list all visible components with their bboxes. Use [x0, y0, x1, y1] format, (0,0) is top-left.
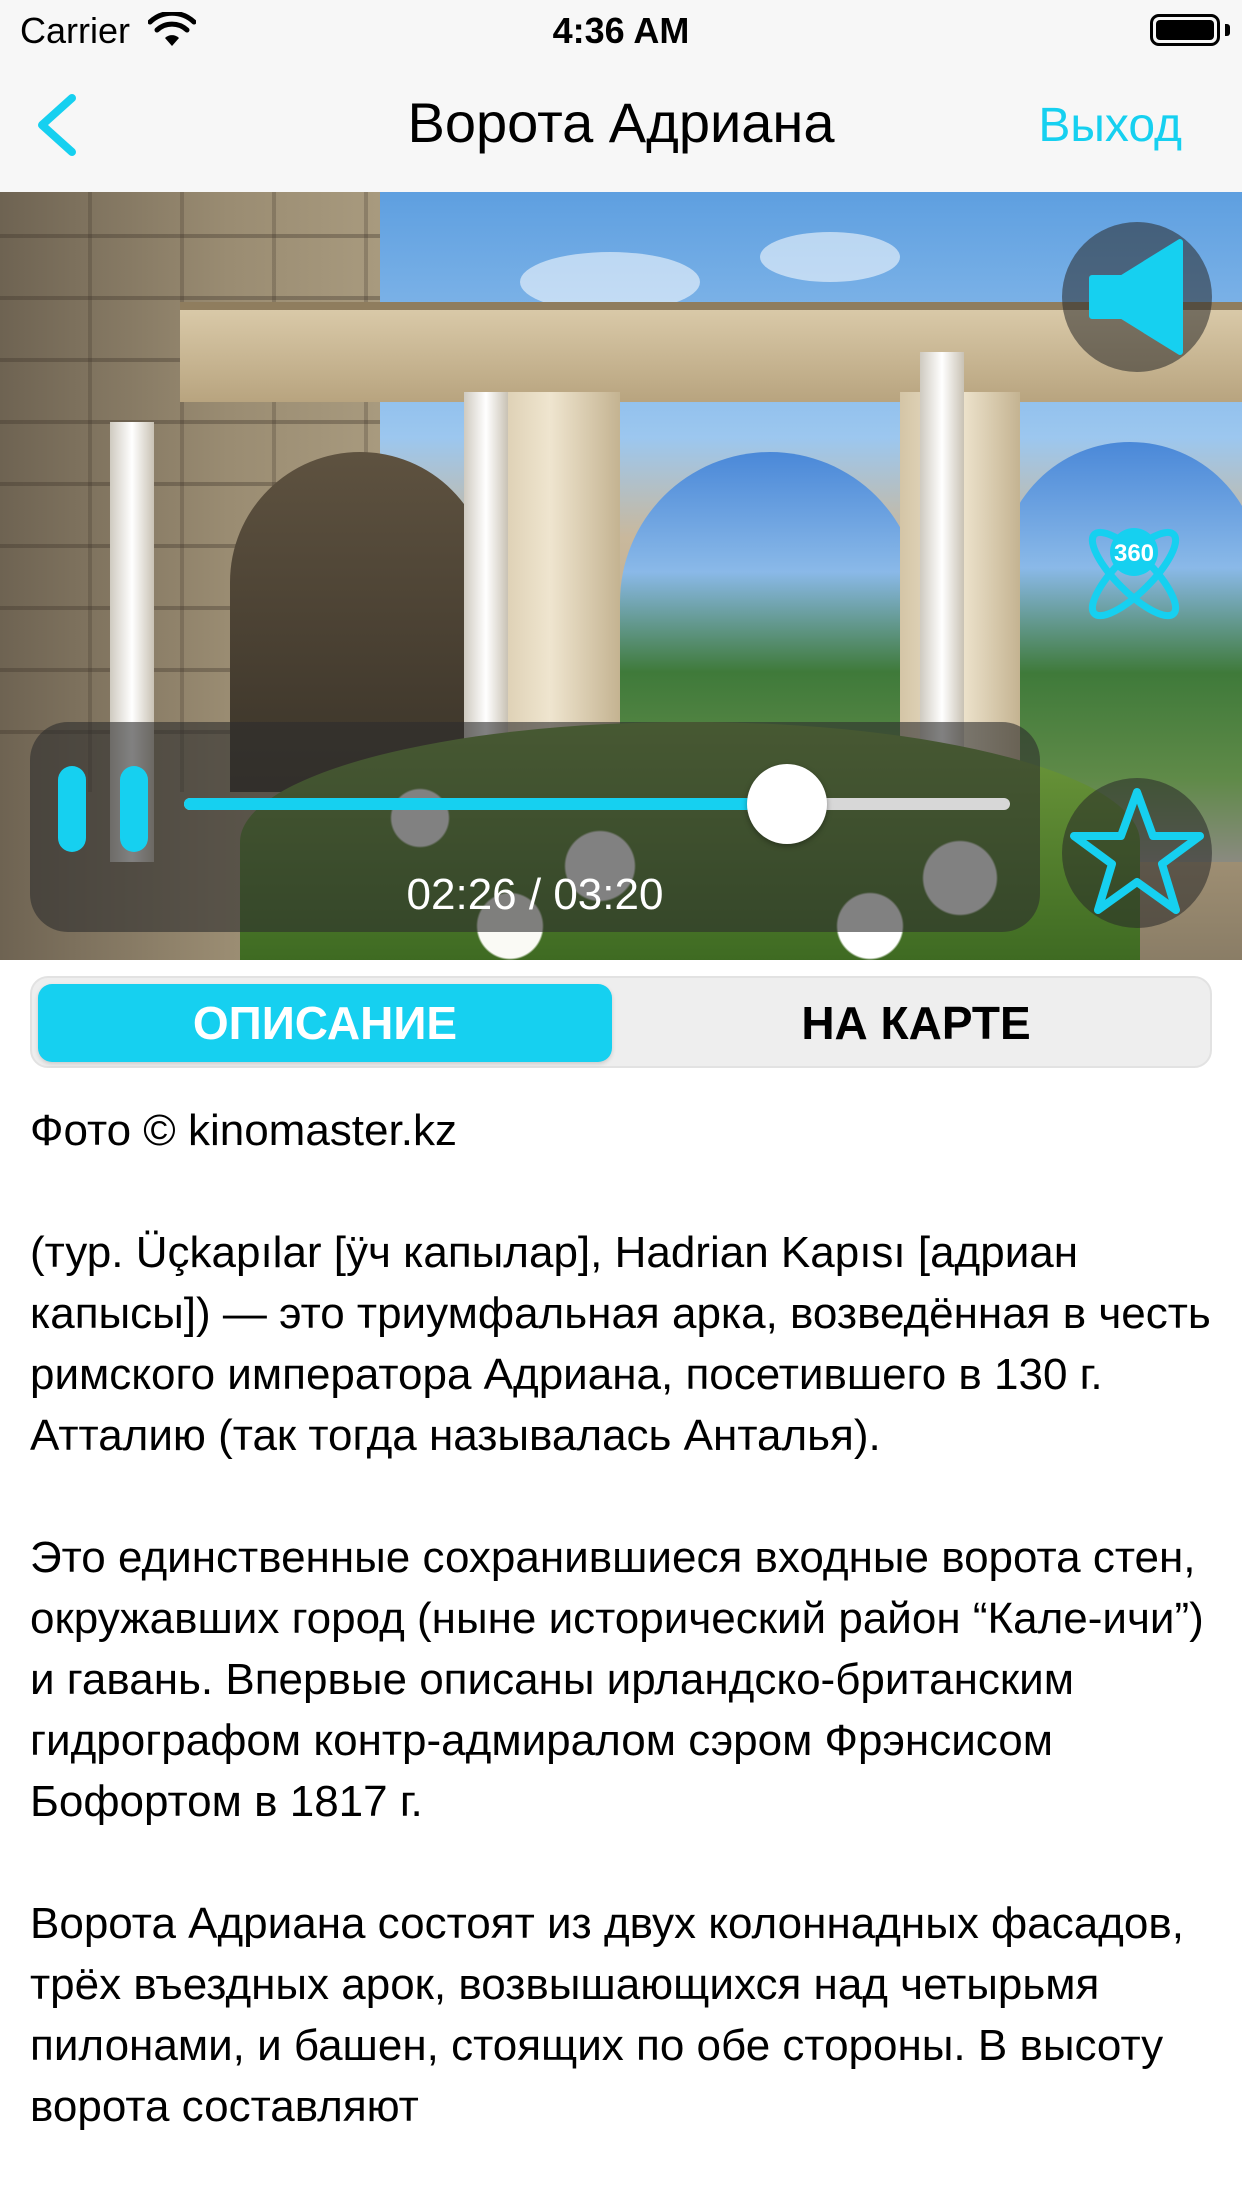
- favorite-button[interactable]: [1062, 778, 1212, 928]
- description-text: Фото © kinomaster.kz (тур. Üçkapılar [ӱч…: [30, 1100, 1220, 2198]
- description-paragraph: Это единственные сохранившиеся входные в…: [30, 1533, 1204, 1826]
- photo-credit: Фото © kinomaster.kz: [30, 1106, 457, 1155]
- description-paragraph: (тур. Üçkapılar [ӱч капылар], Hadrian Ka…: [30, 1228, 1211, 1460]
- tab-bar: ОПИСАНИЕ НА КАРТЕ: [30, 976, 1212, 1068]
- vr-360-button[interactable]: 360: [1072, 512, 1196, 636]
- battery-icon: [1150, 14, 1220, 46]
- tab-description[interactable]: ОПИСАНИЕ: [38, 984, 612, 1062]
- progress-fill: [184, 798, 787, 810]
- slider-thumb[interactable]: [746, 764, 827, 844]
- exit-button[interactable]: Выход: [1038, 98, 1182, 153]
- sound-button[interactable]: [1062, 222, 1212, 372]
- time-display: 02:26 / 03:20: [406, 870, 664, 919]
- status-bar: Carrier 4:36 AM: [0, 0, 1242, 62]
- description-paragraph: Ворота Адриана состоят из двух колоннадн…: [30, 1899, 1184, 2131]
- speaker-icon: [1089, 239, 1183, 355]
- vr-360-icon: 360: [1088, 528, 1180, 620]
- pause-button[interactable]: [58, 758, 158, 858]
- audio-player: 02:26 / 03:20: [30, 722, 1040, 932]
- attraction-photo: 360 02:26 / 03:20: [0, 192, 1242, 960]
- progress-slider[interactable]: [184, 764, 1010, 844]
- battery-cap: [1225, 24, 1230, 36]
- star-icon: [1070, 788, 1204, 914]
- svg-text:360: 360: [1114, 540, 1154, 567]
- status-time: 4:36 AM: [552, 10, 690, 51]
- navigation-bar: Ворота Адриана Выход: [0, 62, 1242, 192]
- tab-map[interactable]: НА КАРТЕ: [624, 984, 1208, 1062]
